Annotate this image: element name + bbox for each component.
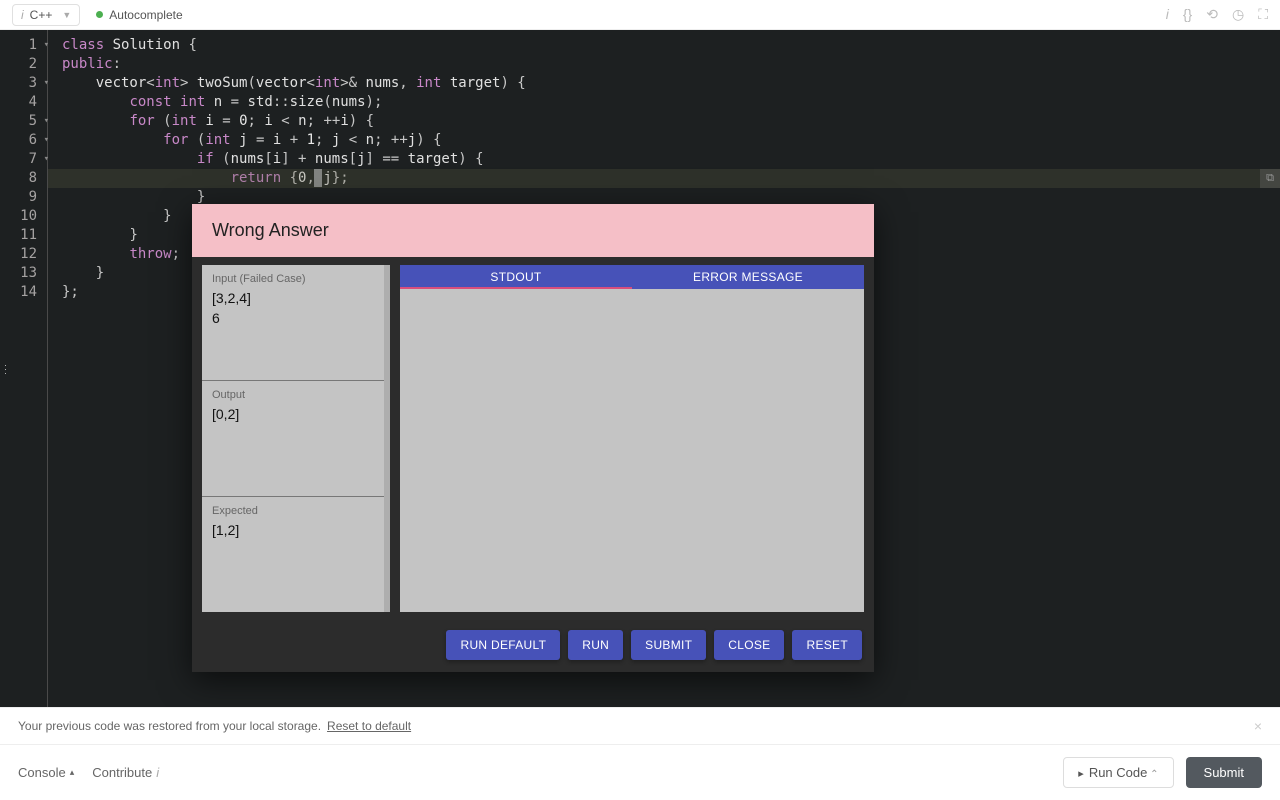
input-label: Input (Failed Case) — [212, 273, 380, 285]
current-line-highlight — [48, 169, 1280, 188]
chevron-down-icon: ▼ — [62, 10, 71, 20]
editor-toolbar: i C++ ▼ Autocomplete i {} ⟲ ◷ ⛶ — [0, 0, 1280, 30]
cursor — [314, 169, 322, 187]
bottom-toolbar: Console ▴ Contribute i Run Code Submit — [0, 744, 1280, 800]
language-selector[interactable]: i C++ ▼ — [12, 4, 80, 26]
copy-line-button[interactable]: ⧉ — [1260, 169, 1280, 188]
output-tabs-container: STDOUT ERROR MESSAGE — [400, 265, 864, 612]
braces-icon[interactable]: {} — [1183, 6, 1192, 23]
contribute-label: Contribute — [92, 765, 152, 780]
autocomplete-status-dot — [96, 11, 103, 18]
submit-button[interactable]: SUBMIT — [631, 630, 706, 660]
close-button[interactable]: CLOSE — [714, 630, 784, 660]
info-icon: i — [156, 765, 159, 780]
input-panel: Input (Failed Case) [3,2,4] 6 — [202, 265, 390, 381]
notice-text: Your previous code was restored from you… — [18, 719, 321, 733]
console-label: Console — [18, 765, 66, 780]
output-value: [0,2] — [212, 405, 380, 425]
output-label: Output — [212, 389, 380, 401]
expected-panel: Expected [1,2] — [202, 497, 390, 612]
output-panel: Output [0,2] — [202, 381, 390, 497]
input-value: [3,2,4] 6 — [212, 289, 380, 328]
clock-icon[interactable]: ◷ — [1232, 6, 1244, 23]
contribute-link[interactable]: Contribute i — [92, 765, 159, 780]
run-code-button[interactable]: Run Code — [1063, 757, 1173, 788]
expected-value: [1,2] — [212, 521, 380, 541]
code-editor[interactable]: ··· ⧉ 1234 5678 9101112 1314 class Solut… — [0, 30, 1280, 707]
main-submit-button[interactable]: Submit — [1186, 757, 1262, 788]
caret-up-icon: ▴ — [70, 767, 75, 778]
console-toggle[interactable]: Console ▴ — [18, 765, 74, 780]
stdout-content — [400, 289, 864, 612]
tab-stdout[interactable]: STDOUT — [400, 265, 632, 289]
restore-notice: Your previous code was restored from you… — [0, 707, 1280, 744]
close-icon[interactable]: × — [1254, 718, 1262, 734]
expected-label: Expected — [212, 505, 380, 517]
testcase-panels: Input (Failed Case) [3,2,4] 6 Output [0,… — [202, 265, 390, 612]
modal-footer: RUN DEFAULT RUN SUBMIT CLOSE RESET — [192, 620, 874, 672]
fullscreen-icon[interactable]: ⛶ — [1258, 6, 1268, 23]
output-tabs: STDOUT ERROR MESSAGE — [400, 265, 864, 289]
info-icon[interactable]: i — [1166, 6, 1169, 23]
reset-default-link[interactable]: Reset to default — [327, 719, 411, 733]
result-modal: Wrong Answer Input (Failed Case) [3,2,4]… — [192, 204, 874, 672]
refresh-icon[interactable]: ⟲ — [1206, 6, 1218, 23]
info-icon: i — [21, 8, 24, 22]
language-label: C++ — [30, 8, 53, 22]
tab-error[interactable]: ERROR MESSAGE — [632, 265, 864, 289]
modal-title: Wrong Answer — [192, 204, 874, 257]
active-tab-indicator — [400, 287, 632, 289]
run-button[interactable]: RUN — [568, 630, 623, 660]
run-default-button[interactable]: RUN DEFAULT — [446, 630, 560, 660]
reset-button[interactable]: RESET — [792, 630, 862, 660]
autocomplete-label: Autocomplete — [109, 8, 182, 22]
